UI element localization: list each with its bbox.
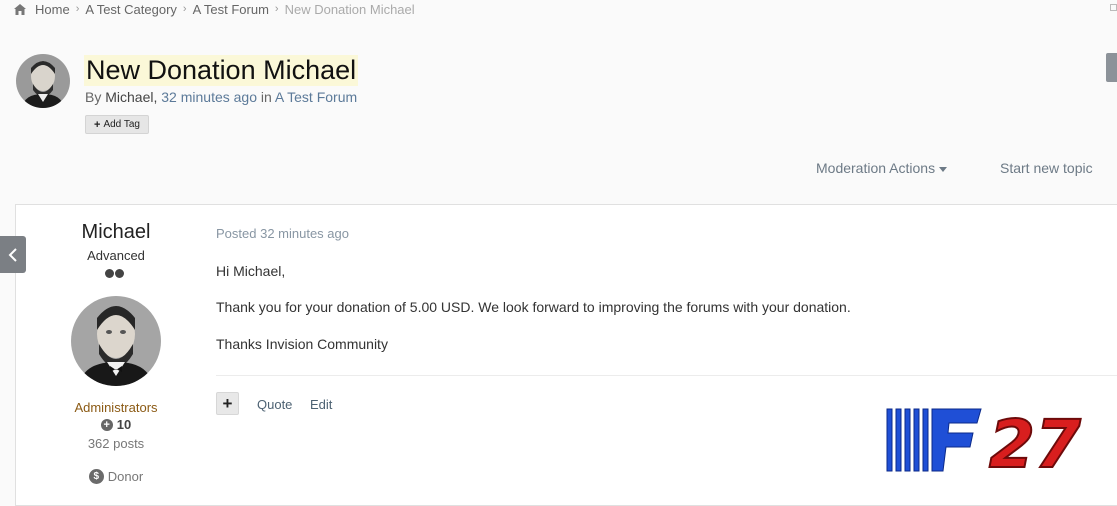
byline-forum-link[interactable]: A Test Forum [275,89,357,105]
chevron-left-icon [8,247,17,262]
breadcrumb: Home › A Test Category › A Test Forum › … [14,0,415,18]
breadcrumb-forum[interactable]: A Test Forum [193,2,269,17]
caret-down-icon [939,166,948,172]
dollar-icon: $ [88,469,104,484]
breadcrumb-current: New Donation Michael [284,1,415,17]
plus-circle-icon: + [100,418,113,431]
moderation-actions-label: Moderation Actions [816,160,936,176]
chevron-right-icon: › [182,3,187,15]
post-signoff: Thanks Invision Community [216,336,388,352]
member-group: Administrators [74,400,158,415]
post-greeting: Hi Michael, [216,263,286,279]
breadcrumb-home[interactable]: Home [35,2,70,17]
post-body: Thank you for your donation of 5.00 USD.… [216,299,851,315]
post-count[interactable]: 362 posts [16,436,216,451]
quote-button[interactable]: Quote [257,397,292,412]
previous-page-tab[interactable] [0,236,26,273]
donor-badge: $ Donor [16,469,216,484]
follow-button[interactable] [1106,53,1117,82]
multiquote-button[interactable]: + [216,392,239,415]
rank-pips-icon [105,269,124,278]
svg-text:27: 27 [989,406,1081,475]
chevron-right-icon: › [75,3,80,15]
page-title: New Donation Michael [84,55,359,86]
rss-icon[interactable] [1110,4,1117,11]
chevron-right-icon: › [274,3,279,15]
post-divider [216,375,1117,376]
breadcrumb-category[interactable]: A Test Category [85,2,177,17]
home-icon[interactable] [14,3,26,15]
add-tag-label: Add Tag [103,119,140,130]
add-tag-button[interactable]: + Add Tag [85,115,149,134]
topic-author-avatar[interactable] [16,54,70,108]
member-rank: Advanced [87,248,145,263]
start-new-topic-link[interactable]: Start new topic [1000,160,1093,176]
byline-in: in [260,89,272,105]
post-author-avatar[interactable] [71,296,161,386]
f27-watermark-logo: 27 [885,405,1113,484]
post-author-name[interactable]: Michael [16,221,216,244]
edit-button[interactable]: Edit [310,397,332,412]
moderation-actions-menu[interactable]: Moderation Actions [816,160,948,176]
topic-byline: By Michael, 32 minutes ago in A Test For… [85,89,357,105]
donor-label: Donor [107,469,144,484]
post-date[interactable]: Posted 32 minutes ago [216,226,349,241]
byline-prefix: By [85,89,102,105]
plus-icon: + [94,118,101,131]
byline-author-link[interactable]: Michael, [105,89,157,105]
byline-time: 32 minutes ago [161,89,257,105]
reputation-value: 10 [116,417,132,432]
reputation-badge: + 10 [16,417,216,432]
